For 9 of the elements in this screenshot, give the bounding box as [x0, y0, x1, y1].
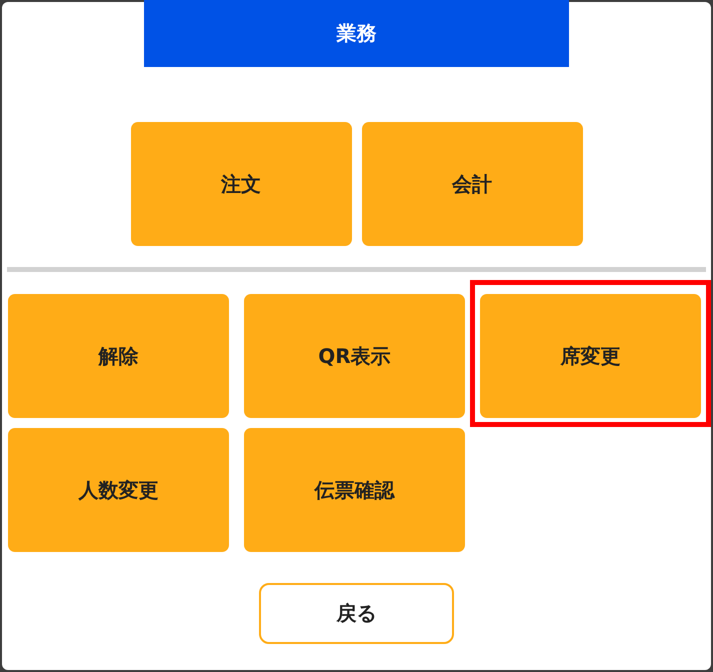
action-button[interactable]: 伝票確認 — [244, 428, 465, 552]
dialog-title: 業務 — [144, 0, 569, 67]
action-button[interactable]: QR表示 — [244, 294, 465, 418]
action-button[interactable]: 席変更 — [480, 294, 701, 418]
action-button[interactable]: 解除 — [8, 294, 229, 418]
action-button[interactable]: 人数変更 — [8, 428, 229, 552]
action-button[interactable]: 注文 — [130, 122, 352, 246]
back-button[interactable]: 戻る — [259, 583, 454, 644]
action-button[interactable]: 会計 — [362, 122, 582, 246]
